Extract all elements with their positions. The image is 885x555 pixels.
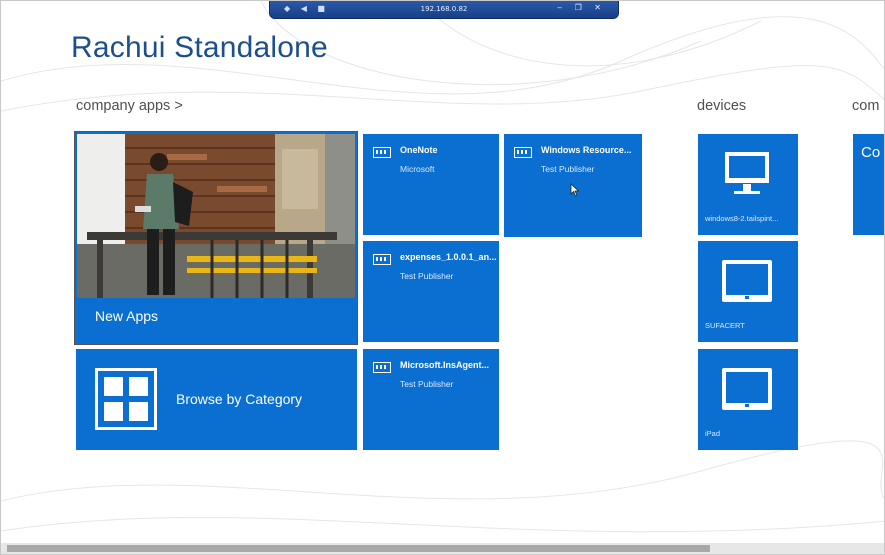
app-publisher: Test Publisher — [541, 164, 595, 174]
app-name: expenses_1.0.0.1_an... — [400, 252, 496, 262]
app-name: Windows Resource... — [541, 145, 632, 155]
tile-app-expenses[interactable]: expenses_1.0.0.1_an... Test Publisher — [363, 241, 499, 342]
app-publisher: Microsoft — [400, 164, 435, 174]
app-publisher: Test Publisher — [400, 379, 454, 389]
keyboard-icon — [373, 362, 391, 373]
remote-connection-bar[interactable]: ◆ ◀ ■ 192.168.0.82 ‒ ❐ ✕ — [269, 1, 619, 19]
group-header-devices: devices — [697, 98, 747, 114]
mouse-cursor-icon — [570, 183, 580, 197]
tile-app-onenote[interactable]: OneNote Microsoft — [363, 134, 499, 235]
app-window: ◆ ◀ ■ 192.168.0.82 ‒ ❐ ✕ Rachui Standalo… — [0, 0, 885, 555]
group-header-partial: com — [852, 98, 880, 114]
device-name: SUFACERT — [705, 321, 745, 330]
keyboard-icon — [373, 147, 391, 158]
remote-bar-window-controls[interactable]: ‒ ❐ ✕ — [557, 3, 606, 12]
app-publisher: Test Publisher — [400, 271, 454, 281]
tile-browse-label: Browse by Category — [176, 391, 303, 407]
tile-device-ipad[interactable]: iPad — [698, 349, 798, 450]
tablet-home-button — [745, 404, 749, 407]
tile-new-apps[interactable]: New Apps — [74, 131, 358, 345]
device-name: iPad — [705, 429, 721, 438]
tile-device-windows8[interactable]: windows8-2.tailspint... — [698, 134, 798, 235]
tile-partial[interactable]: Co — [853, 134, 884, 235]
monitor-base — [734, 191, 760, 194]
grid-icon — [95, 368, 157, 430]
keyboard-icon — [373, 254, 391, 265]
device-name: windows8-2.tailspint... — [705, 214, 779, 223]
tile-new-apps-label: New Apps — [95, 308, 159, 324]
horizontal-scrollbar[interactable] — [1, 543, 884, 554]
tablet-home-button — [745, 296, 749, 299]
tile-browse-by-category[interactable]: Browse by Category — [76, 349, 357, 450]
hero-photo — [77, 134, 355, 298]
keyboard-icon — [514, 147, 532, 158]
app-name: OneNote — [400, 145, 438, 155]
app-name: Microsoft.InsAgent... — [400, 360, 490, 370]
page-title: Rachui Standalone — [71, 31, 328, 64]
tile-app-insagent[interactable]: Microsoft.InsAgent... Test Publisher — [363, 349, 499, 450]
monitor-icon — [725, 152, 769, 183]
scrollbar-thumb[interactable] — [7, 545, 710, 552]
tile-device-sufacert[interactable]: SUFACERT — [698, 241, 798, 342]
group-header-company-apps[interactable]: company apps > — [76, 98, 183, 114]
tile-partial-label: Co — [861, 144, 881, 161]
